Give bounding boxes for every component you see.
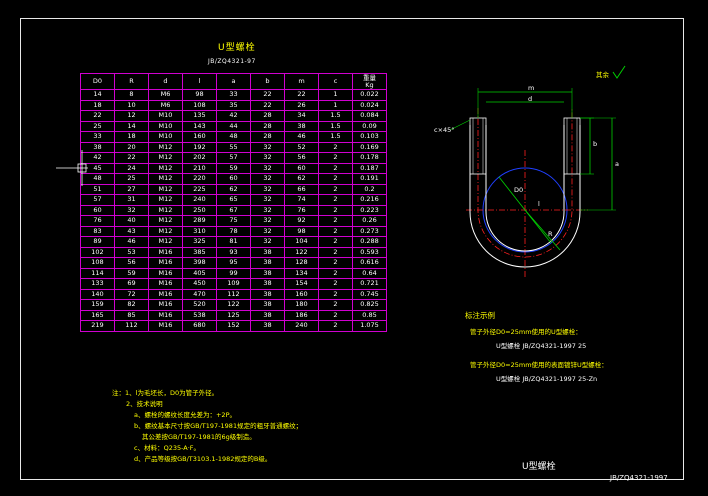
cursor-crosshair-icon [56, 150, 88, 186]
